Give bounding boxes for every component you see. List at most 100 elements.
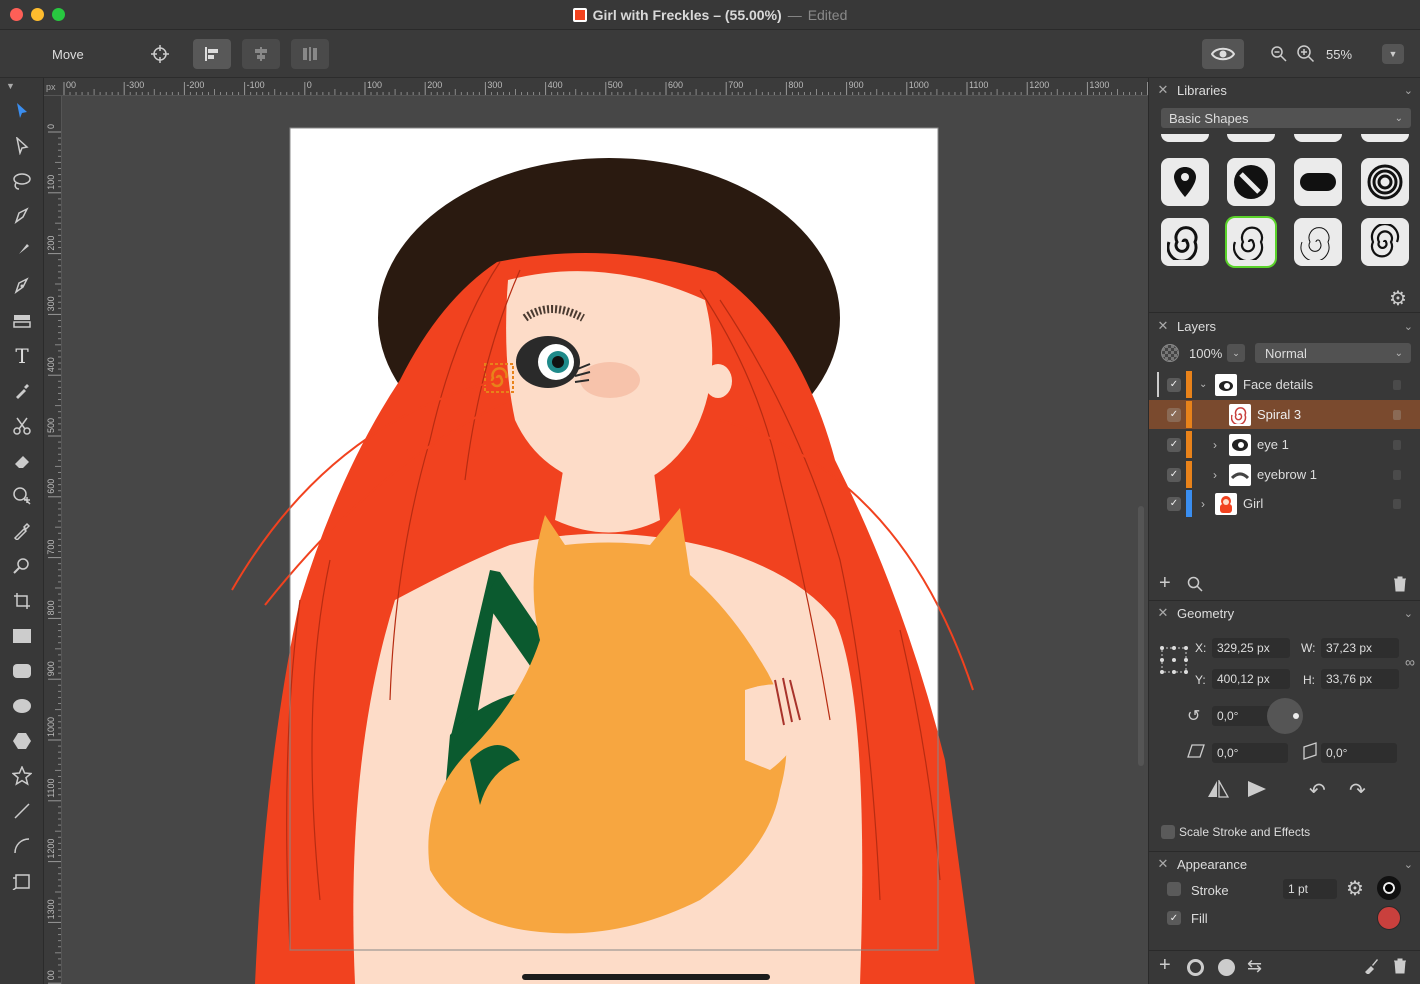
flip-vertical-icon[interactable] xyxy=(1247,780,1267,801)
stroke-color-swatch[interactable] xyxy=(1377,876,1401,900)
library-category-select[interactable]: Basic Shapes ⌄ xyxy=(1161,108,1411,128)
text-tool-icon[interactable]: T xyxy=(9,343,35,369)
star-tool-icon[interactable] xyxy=(9,763,35,789)
shape-builder-tool-icon[interactable] xyxy=(9,483,35,509)
lock-icon[interactable] xyxy=(1393,498,1401,509)
rectangle-tool-icon[interactable] xyxy=(9,623,35,649)
crosshair-icon[interactable] xyxy=(146,40,174,68)
close-appearance-icon[interactable]: ✕ xyxy=(1149,856,1177,872)
search-layers-icon[interactable] xyxy=(1187,576,1203,595)
line-tool-icon[interactable] xyxy=(9,798,35,824)
rotation-dial[interactable] xyxy=(1267,698,1303,734)
scissors-tool-icon[interactable] xyxy=(9,413,35,439)
stroke-checkbox[interactable] xyxy=(1167,882,1181,896)
vector-brush-tool-icon[interactable] xyxy=(9,273,35,299)
fill-color-swatch[interactable] xyxy=(1377,906,1401,930)
clear-appearance-icon[interactable] xyxy=(1363,958,1379,977)
rounded-rectangle-tool-icon[interactable] xyxy=(9,658,35,684)
add-appearance-icon[interactable]: + xyxy=(1159,954,1171,977)
align-center-button[interactable] xyxy=(242,39,280,69)
zoom-tool-icon[interactable] xyxy=(9,553,35,579)
color-picker-tool-icon[interactable] xyxy=(9,518,35,544)
layer-row-eye-1[interactable]: ✓ › eye 1 xyxy=(1149,430,1420,459)
selection-tool-icon[interactable] xyxy=(9,98,35,124)
add-fill-icon[interactable] xyxy=(1218,959,1235,976)
blend-mode-select[interactable]: Normal ⌄ xyxy=(1255,343,1411,363)
zoom-dropdown-button[interactable]: ▼ xyxy=(1382,44,1404,64)
library-item-partial[interactable] xyxy=(1161,134,1209,142)
x-position-field[interactable]: 329,25 px xyxy=(1212,638,1290,658)
zoom-value[interactable]: 55% xyxy=(1326,44,1366,64)
fill-checkbox[interactable]: ✓ xyxy=(1167,911,1181,925)
expand-chevron-icon[interactable]: › xyxy=(1201,497,1205,511)
close-libraries-icon[interactable]: ✕ xyxy=(1149,82,1177,98)
flip-horizontal-icon[interactable] xyxy=(1207,778,1230,801)
libraries-header[interactable]: ✕ Libraries ⌄ xyxy=(1149,78,1420,102)
vertical-scrollbar[interactable] xyxy=(1138,506,1144,766)
appearance-collapse-icon[interactable]: ⌄ xyxy=(1404,858,1413,871)
library-item-partial[interactable] xyxy=(1227,134,1275,142)
spiral-3-icon[interactable] xyxy=(1227,218,1275,266)
polygon-tool-icon[interactable] xyxy=(9,728,35,754)
appearance-header[interactable]: ✕ Appearance ⌄ xyxy=(1149,852,1420,876)
view-mode-button[interactable] xyxy=(1202,39,1244,69)
layer-visibility-checkbox[interactable]: ✓ xyxy=(1167,496,1181,511)
expand-chevron-icon[interactable]: › xyxy=(1213,438,1217,452)
layer-row-eyebrow-1[interactable]: ✓ › eyebrow 1 xyxy=(1149,460,1420,489)
library-item-partial[interactable] xyxy=(1294,134,1342,142)
eraser-tool-icon[interactable] xyxy=(9,448,35,474)
lock-icon[interactable] xyxy=(1393,439,1401,450)
close-geometry-icon[interactable]: ✕ xyxy=(1149,605,1177,621)
horizontal-scrollbar[interactable] xyxy=(522,974,770,980)
lock-icon[interactable] xyxy=(1393,409,1401,420)
width-field[interactable]: 37,23 px xyxy=(1321,638,1399,658)
y-position-field[interactable]: 400,12 px xyxy=(1212,669,1290,689)
zoom-out-icon[interactable] xyxy=(1267,42,1291,66)
libraries-collapse-icon[interactable]: ⌄ xyxy=(1404,84,1413,97)
close-layers-icon[interactable]: ✕ xyxy=(1149,318,1177,334)
layers-collapse-icon[interactable]: ⌄ xyxy=(1404,320,1413,333)
direct-selection-tool-icon[interactable] xyxy=(9,133,35,159)
delete-appearance-icon[interactable] xyxy=(1393,958,1407,977)
layer-visibility-checkbox[interactable]: ✓ xyxy=(1167,437,1181,452)
artboard-tool-icon[interactable] xyxy=(9,868,35,894)
skew-horizontal-field[interactable]: 0,0° xyxy=(1212,743,1288,763)
spiral-4-icon[interactable] xyxy=(1361,218,1409,266)
arc-tool-icon[interactable] xyxy=(9,833,35,859)
layer-visibility-checkbox[interactable]: ✓ xyxy=(1167,467,1181,482)
tools-collapse-icon[interactable]: ▼ xyxy=(6,81,15,91)
skew-vertical-field[interactable]: 0,0° xyxy=(1321,743,1397,763)
rotate-right-icon[interactable]: ↷ xyxy=(1349,778,1366,803)
spiral-1-icon[interactable] xyxy=(1161,218,1209,266)
ellipse-tool-icon[interactable] xyxy=(9,693,35,719)
stroke-width-field[interactable]: 1 pt xyxy=(1283,879,1337,899)
zoom-in-icon[interactable] xyxy=(1294,42,1318,66)
align-left-button[interactable] xyxy=(193,39,231,69)
crop-tool-icon[interactable] xyxy=(9,588,35,614)
fill-tool-icon[interactable] xyxy=(9,308,35,334)
brush-tool-icon[interactable] xyxy=(9,238,35,264)
distribute-button[interactable] xyxy=(291,39,329,69)
scale-stroke-checkbox[interactable] xyxy=(1161,825,1175,839)
geometry-header[interactable]: ✕ Geometry ⌄ xyxy=(1149,601,1420,625)
layer-row-spiral-3[interactable]: ✓ Spiral 3 xyxy=(1149,400,1420,429)
concentric-spiral-icon[interactable] xyxy=(1361,158,1409,206)
zoom-window-button[interactable] xyxy=(52,8,65,21)
stroke-settings-icon[interactable]: ⚙ xyxy=(1346,876,1364,901)
lock-icon[interactable] xyxy=(1393,469,1401,480)
layer-opacity-value[interactable]: 100% xyxy=(1189,346,1222,361)
lock-icon[interactable] xyxy=(1393,379,1401,390)
layer-visibility-checkbox[interactable]: ✓ xyxy=(1167,407,1181,422)
library-item-partial[interactable] xyxy=(1361,134,1409,142)
no-entry-icon[interactable] xyxy=(1227,158,1275,206)
height-field[interactable]: 33,76 px xyxy=(1321,669,1399,689)
opacity-dropdown-button[interactable]: ⌄ xyxy=(1227,344,1245,362)
delete-layer-icon[interactable] xyxy=(1393,576,1407,595)
swap-colors-icon[interactable]: ⇆ xyxy=(1247,956,1262,977)
library-settings-icon[interactable]: ⚙ xyxy=(1389,286,1407,311)
eyedropper-tool-icon[interactable] xyxy=(9,378,35,404)
rotation-field[interactable]: 0,0° xyxy=(1212,706,1274,726)
layer-row-girl[interactable]: ✓ › Girl xyxy=(1149,489,1420,518)
anchor-point-icon[interactable] xyxy=(1159,645,1189,678)
pill-shape-icon[interactable] xyxy=(1294,158,1342,206)
